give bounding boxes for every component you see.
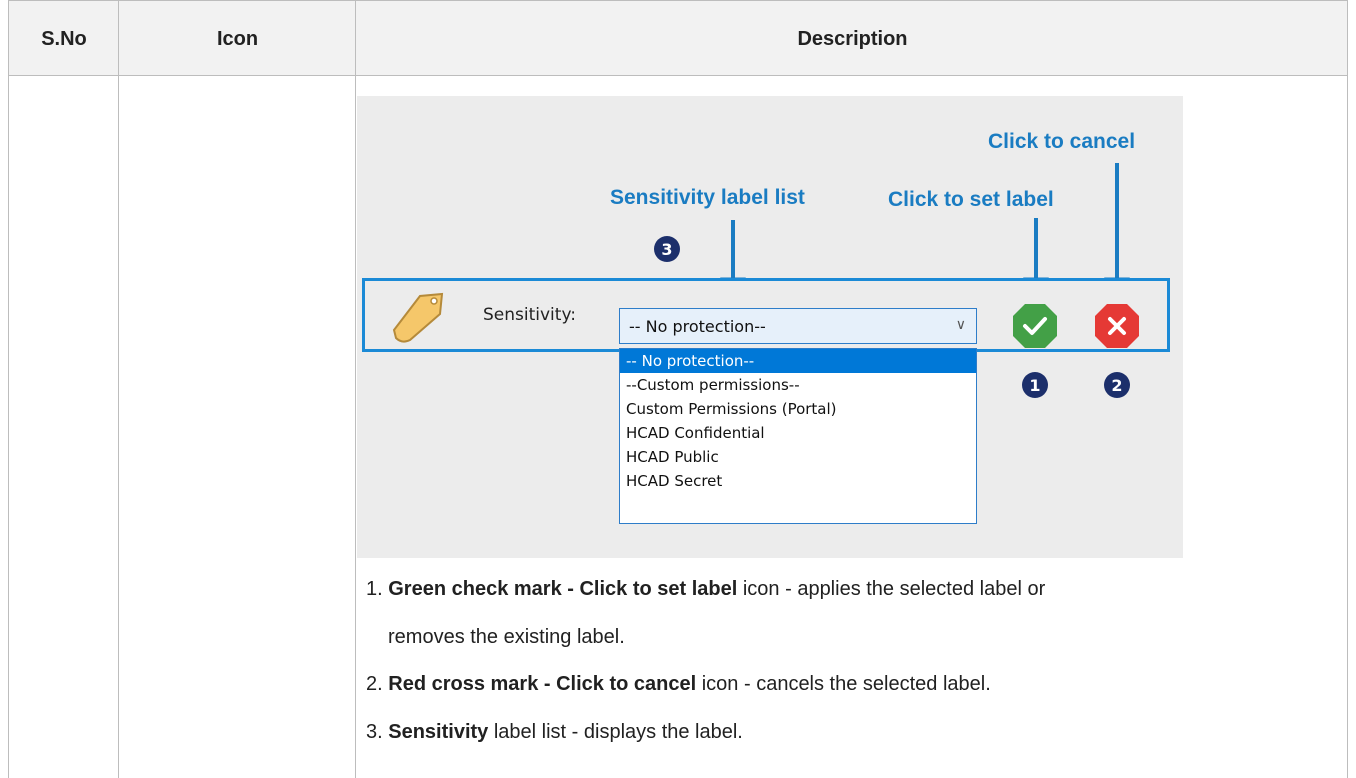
description-item-3: 3. Sensitivity label list - displays the… xyxy=(366,720,743,744)
sensitivity-combobox[interactable]: -- No protection-- ∨ xyxy=(619,308,977,344)
dropdown-option[interactable]: -- No protection-- xyxy=(620,349,976,373)
dropdown-option[interactable]: HCAD Secret xyxy=(620,469,976,493)
item-number: 2. xyxy=(366,673,383,695)
sensitivity-label: Sensitivity: xyxy=(483,305,576,325)
item-bold: Green check mark - Click to set label xyxy=(388,578,738,600)
combobox-value: -- No protection-- xyxy=(629,317,766,336)
description-item-1-cont: removes the existing label. xyxy=(388,626,625,648)
dropdown-option[interactable]: HCAD Public xyxy=(620,445,976,469)
number-badge-2: 2 xyxy=(1104,372,1130,398)
red-cancel-icon[interactable] xyxy=(1093,302,1141,350)
green-check-icon[interactable] xyxy=(1011,302,1059,350)
item-text: icon - cancels the selected label. xyxy=(696,673,991,695)
dropdown-option[interactable]: Custom Permissions (Portal) xyxy=(620,397,976,421)
chevron-down-icon[interactable]: ∨ xyxy=(956,317,966,333)
item-bold: Sensitivity xyxy=(388,721,489,743)
number-badge-1: 1 xyxy=(1022,372,1048,398)
number-badge-3: 3 xyxy=(654,236,680,262)
item-number: 1. xyxy=(366,578,383,600)
description-item-2: 2. Red cross mark - Click to cancel icon… xyxy=(366,672,991,696)
item-bold: Red cross mark - Click to cancel xyxy=(388,673,697,695)
dropdown-option[interactable]: --Custom permissions-- xyxy=(620,373,976,397)
item-text: icon - applies the selected label or xyxy=(737,578,1046,600)
item-number: 3. xyxy=(366,721,383,743)
dropdown-option[interactable]: HCAD Confidential xyxy=(620,421,976,445)
sensitivity-dropdown-list: -- No protection-- --Custom permissions-… xyxy=(619,348,977,524)
item-text: label list - displays the label. xyxy=(488,721,743,743)
tag-icon xyxy=(392,292,444,343)
description-item-1: 1. Green check mark - Click to set label… xyxy=(366,577,1045,601)
